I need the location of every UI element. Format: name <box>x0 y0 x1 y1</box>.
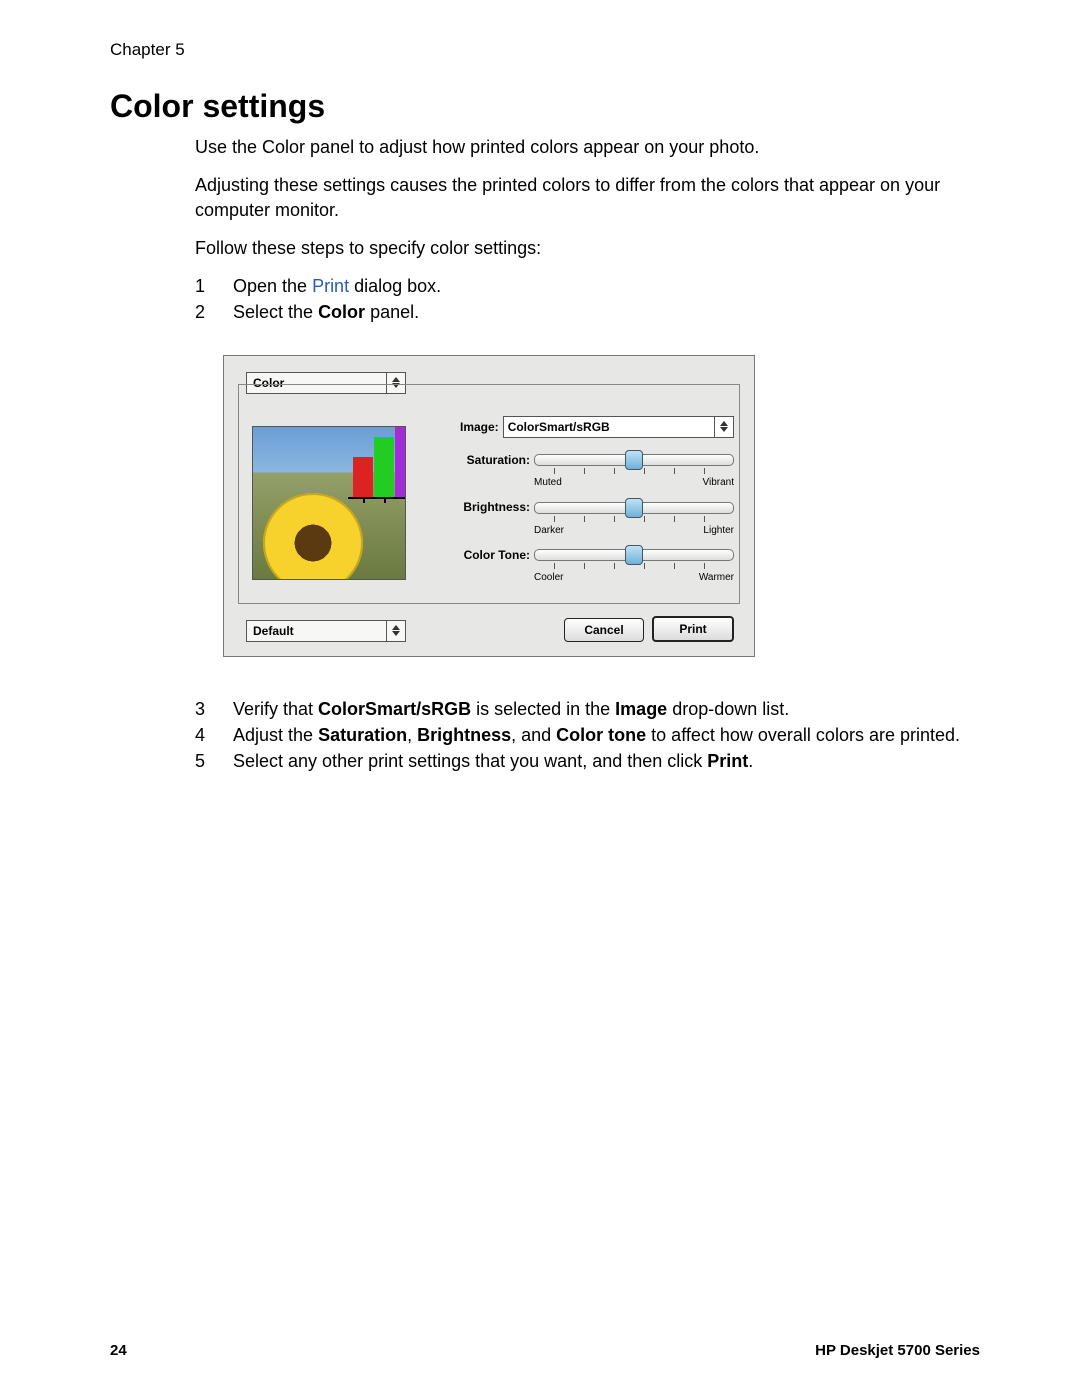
page-heading: Color settings <box>110 88 980 125</box>
product-name: HP Deskjet 5700 Series <box>815 1342 980 1359</box>
slider-row: Saturation: Muted Vibrant <box>460 452 734 490</box>
color-dialog: Color <box>223 355 755 657</box>
preset-select[interactable]: Default <box>246 620 406 642</box>
print-button[interactable]: Print <box>652 616 734 642</box>
slider-min-label: Darker <box>534 524 564 538</box>
slider-row: Brightness: Darker Lighter <box>460 499 734 537</box>
cancel-button[interactable]: Cancel <box>564 618 644 642</box>
slider-thumb[interactable] <box>625 498 643 518</box>
slider-min-label: Cooler <box>534 571 563 585</box>
preset-select-value: Default <box>253 623 294 639</box>
slider-max-label: Vibrant <box>702 476 734 490</box>
step-item: 1Open the Print dialog box. <box>195 274 980 298</box>
slider-thumb[interactable] <box>625 545 643 565</box>
slider-min-label: Muted <box>534 476 562 490</box>
updown-icon <box>386 621 405 641</box>
page-number: 24 <box>110 1342 127 1359</box>
slider-label: Color Tone: <box>460 547 530 563</box>
slider-track[interactable] <box>534 502 734 514</box>
step-item: 2Select the Color panel. <box>195 300 980 324</box>
slider-max-label: Warmer <box>699 571 734 585</box>
slider-label: Brightness: <box>460 499 530 515</box>
slider-thumb[interactable] <box>625 450 643 470</box>
slider-max-label: Lighter <box>703 524 734 538</box>
step-item: 5Select any other print settings that yo… <box>195 749 980 773</box>
print-link[interactable]: Print <box>312 276 349 296</box>
slider-label: Saturation: <box>460 452 530 468</box>
chapter-label: Chapter 5 <box>110 40 980 60</box>
image-label: Image: <box>460 419 499 435</box>
image-select-value: ColorSmart/sRGB <box>508 419 610 435</box>
slider-track[interactable] <box>534 454 734 466</box>
updown-icon <box>714 417 733 437</box>
steps-list-top: 1Open the Print dialog box.2Select the C… <box>195 274 980 325</box>
step-item: 3Verify that ColorSmart/sRGB is selected… <box>195 697 980 721</box>
intro-para-2: Adjusting these settings causes the prin… <box>195 173 980 222</box>
image-select[interactable]: ColorSmart/sRGB <box>503 416 734 438</box>
steps-list-bottom: 3Verify that ColorSmart/sRGB is selected… <box>195 697 980 774</box>
step-item: 4Adjust the Saturation, Brightness, and … <box>195 723 980 747</box>
preview-image <box>252 426 406 580</box>
slider-track[interactable] <box>534 549 734 561</box>
intro-para-3: Follow these steps to specify color sett… <box>195 236 980 260</box>
intro-para-1: Use the Color panel to adjust how printe… <box>195 135 980 159</box>
slider-row: Color Tone: Cooler Warmer <box>460 547 734 585</box>
